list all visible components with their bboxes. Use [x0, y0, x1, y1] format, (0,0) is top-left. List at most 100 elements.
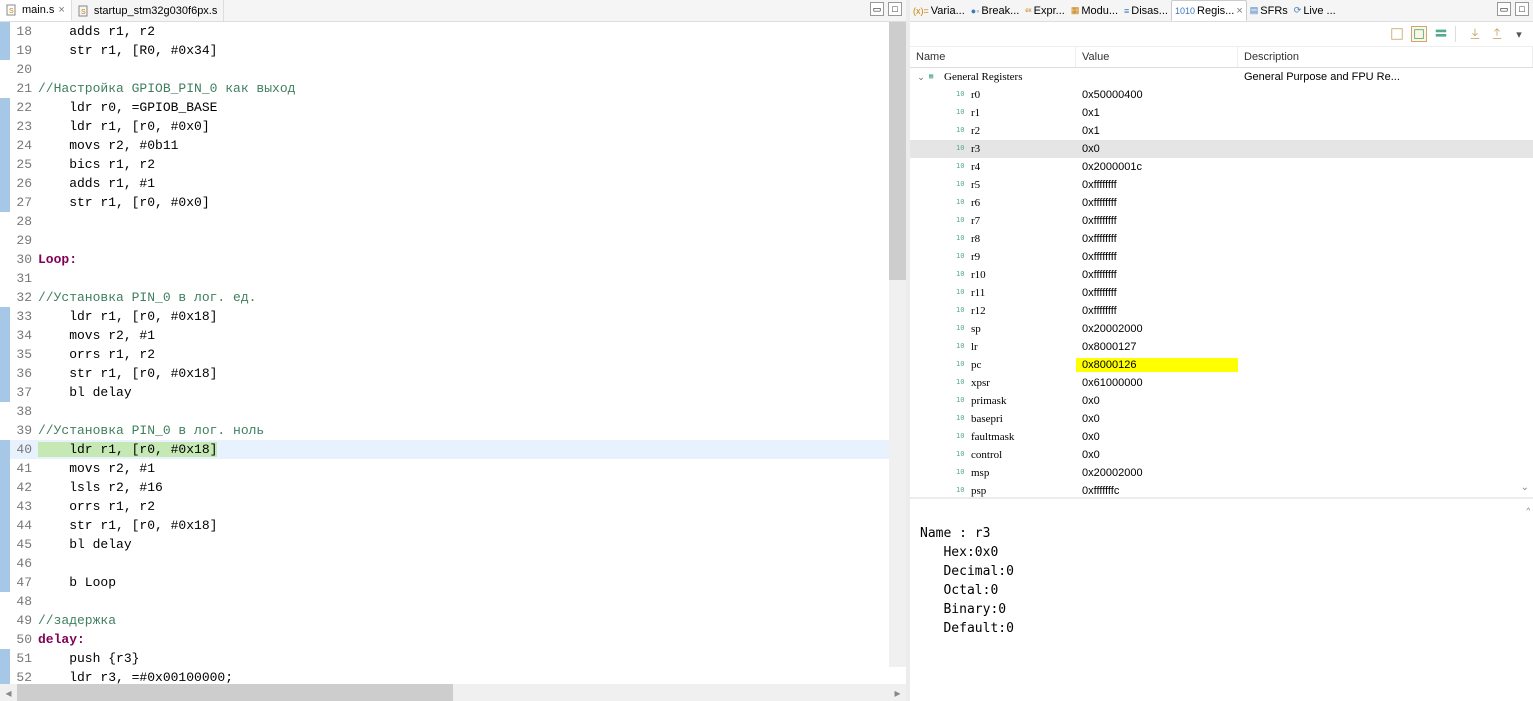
toolbar-btn-3[interactable] — [1433, 26, 1449, 42]
view-tab-live[interactable]: ⟳Live ... — [1291, 0, 1339, 21]
code-line[interactable]: 49//задержка — [0, 611, 906, 630]
code-line[interactable]: 27 str r1, [r0, #0x0] — [0, 193, 906, 212]
gutter-marker — [0, 269, 10, 288]
register-row[interactable]: 10r120xffffffff — [910, 302, 1533, 320]
code-line[interactable]: 47 b Loop — [0, 573, 906, 592]
register-row[interactable]: 10msp0x20002000 — [910, 464, 1533, 482]
minimize-icon[interactable]: ▭ — [1497, 2, 1511, 16]
editor-horizontal-scrollbar[interactable]: ◂ ▸ — [0, 684, 906, 701]
code-line[interactable]: 21//Настройка GPIOB_PIN_0 как выход — [0, 79, 906, 98]
code-line[interactable]: 23 ldr r1, [r0, #0x0] — [0, 117, 906, 136]
toolbar-btn-import[interactable] — [1467, 26, 1483, 42]
view-tab-reg[interactable]: 1010Regis... × — [1171, 0, 1247, 21]
code-line[interactable]: 38 — [0, 402, 906, 421]
code-line[interactable]: 29 — [0, 231, 906, 250]
code-text: b Loop — [34, 573, 116, 592]
register-row[interactable]: 10r00x50000400 — [910, 86, 1533, 104]
code-line[interactable]: 33 ldr r1, [r0, #0x18] — [0, 307, 906, 326]
toolbar-btn-2[interactable] — [1411, 26, 1427, 42]
code-line[interactable]: 24 movs r2, #0b11 — [0, 136, 906, 155]
register-row[interactable]: 10primask0x0 — [910, 392, 1533, 410]
minimize-icon[interactable]: ▭ — [870, 2, 884, 16]
code-line[interactable]: 32//Установка PIN_0 в лог. ед. — [0, 288, 906, 307]
register-row[interactable]: 10r80xffffffff — [910, 230, 1533, 248]
code-editor[interactable]: 18 adds r1, r219 str r1, [R0, #0x34]2021… — [0, 22, 906, 684]
view-tab-expr[interactable]: ᵉˣExpr... — [1022, 0, 1068, 21]
register-row[interactable]: 10r70xffffffff — [910, 212, 1533, 230]
chevron-down-icon[interactable]: ⌄ — [916, 72, 926, 82]
register-name: r6 — [971, 197, 980, 209]
register-row[interactable]: 10r50xffffffff — [910, 176, 1533, 194]
register-row[interactable]: 10control0x0 — [910, 446, 1533, 464]
code-line[interactable]: 31 — [0, 269, 906, 288]
register-detail: Name : r3 Hex:0x0 Decimal:0 Octal:0 Bina… — [910, 497, 1533, 701]
view-tab-mod[interactable]: ▦Modu... — [1068, 0, 1121, 21]
code-line[interactable]: 30Loop: — [0, 250, 906, 269]
maximize-icon[interactable]: □ — [1515, 2, 1529, 16]
code-line[interactable]: 46 — [0, 554, 906, 573]
maximize-icon[interactable]: □ — [888, 2, 902, 16]
register-group[interactable]: ⌄▦General RegistersGeneral Purpose and F… — [910, 68, 1533, 86]
register-icon: 10 — [956, 396, 968, 406]
code-line[interactable]: 50delay: — [0, 630, 906, 649]
tab-label: Regis... — [1197, 5, 1234, 17]
code-line[interactable]: 44 str r1, [r0, #0x18] — [0, 516, 906, 535]
col-header-value[interactable]: Value — [1076, 47, 1238, 67]
register-row[interactable]: 10psp0xfffffffc — [910, 482, 1533, 497]
view-tab-var[interactable]: (x)=Varia... — [910, 0, 968, 21]
close-icon[interactable]: × — [1236, 5, 1242, 17]
code-text: adds r1, #1 — [34, 174, 155, 193]
view-tab-sfr[interactable]: ▤SFRs — [1247, 0, 1291, 21]
code-line[interactable]: 18 adds r1, r2 — [0, 22, 906, 41]
code-line[interactable]: 42 lsls r2, #16 — [0, 478, 906, 497]
editor-tab[interactable]: Sstartup_stm32g030f6px.s — [72, 0, 225, 21]
code-line[interactable]: 40 ldr r1, [r0, #0x18] — [0, 440, 906, 459]
register-name: basepri — [971, 413, 1003, 425]
editor-tab[interactable]: Smain.s× — [0, 0, 72, 21]
code-line[interactable]: 25 bics r1, r2 — [0, 155, 906, 174]
register-row[interactable]: 10r60xffffffff — [910, 194, 1533, 212]
register-row[interactable]: 10lr0x8000127 — [910, 338, 1533, 356]
code-line[interactable]: 52 ldr r3, =#0x00100000; — [0, 668, 906, 684]
register-row[interactable]: 10r100xffffffff — [910, 266, 1533, 284]
register-row[interactable]: 10r90xffffffff — [910, 248, 1533, 266]
code-line[interactable]: 39//Установка PIN_0 в лог. ноль — [0, 421, 906, 440]
close-icon[interactable]: × — [58, 4, 64, 16]
code-line[interactable]: 37 bl delay — [0, 383, 906, 402]
editor-vertical-scrollbar[interactable] — [889, 22, 906, 667]
register-row[interactable]: 10r40x2000001c — [910, 158, 1533, 176]
registers-table[interactable]: ⌄▦General RegistersGeneral Purpose and F… — [910, 68, 1533, 497]
code-line[interactable]: 19 str r1, [R0, #0x34] — [0, 41, 906, 60]
view-tab-brk[interactable]: ●◦Break... — [968, 0, 1023, 21]
register-row[interactable]: 10sp0x20002000 — [910, 320, 1533, 338]
register-row[interactable]: 10xpsr0x61000000 — [910, 374, 1533, 392]
register-row[interactable]: 10basepri0x0 — [910, 410, 1533, 428]
register-row[interactable]: 10faultmask0x0 — [910, 428, 1533, 446]
register-row[interactable]: 10r20x1 — [910, 122, 1533, 140]
code-line[interactable]: 51 push {r3} — [0, 649, 906, 668]
col-header-description[interactable]: Description — [1238, 47, 1533, 67]
view-tab-dis[interactable]: ≡Disas... — [1121, 0, 1171, 21]
code-line[interactable]: 45 bl delay — [0, 535, 906, 554]
code-line[interactable]: 41 movs r2, #1 — [0, 459, 906, 478]
toolbar-btn-1[interactable] — [1389, 26, 1405, 42]
code-line[interactable]: 48 — [0, 592, 906, 611]
code-line[interactable]: 28 — [0, 212, 906, 231]
code-text: bics r1, r2 — [34, 155, 155, 174]
view-menu-icon[interactable]: ▾ — [1511, 26, 1527, 42]
code-line[interactable]: 36 str r1, [r0, #0x18] — [0, 364, 906, 383]
code-line[interactable]: 26 adds r1, #1 — [0, 174, 906, 193]
code-line[interactable]: 43 orrs r1, r2 — [0, 497, 906, 516]
code-text: delay: — [34, 630, 85, 649]
code-line[interactable]: 35 orrs r1, r2 — [0, 345, 906, 364]
register-row[interactable]: 10r30x0 — [910, 140, 1533, 158]
code-line[interactable]: 22 ldr r0, =GPIOB_BASE — [0, 98, 906, 117]
code-line[interactable]: 20 — [0, 60, 906, 79]
col-header-name[interactable]: Name — [910, 47, 1076, 67]
code-line[interactable]: 34 movs r2, #1 — [0, 326, 906, 345]
toolbar-btn-export[interactable] — [1489, 26, 1505, 42]
register-row[interactable]: 10r110xffffffff — [910, 284, 1533, 302]
register-row[interactable]: 10pc0x8000126 — [910, 356, 1533, 374]
register-row[interactable]: 10r10x1 — [910, 104, 1533, 122]
register-name: control — [971, 449, 1002, 461]
